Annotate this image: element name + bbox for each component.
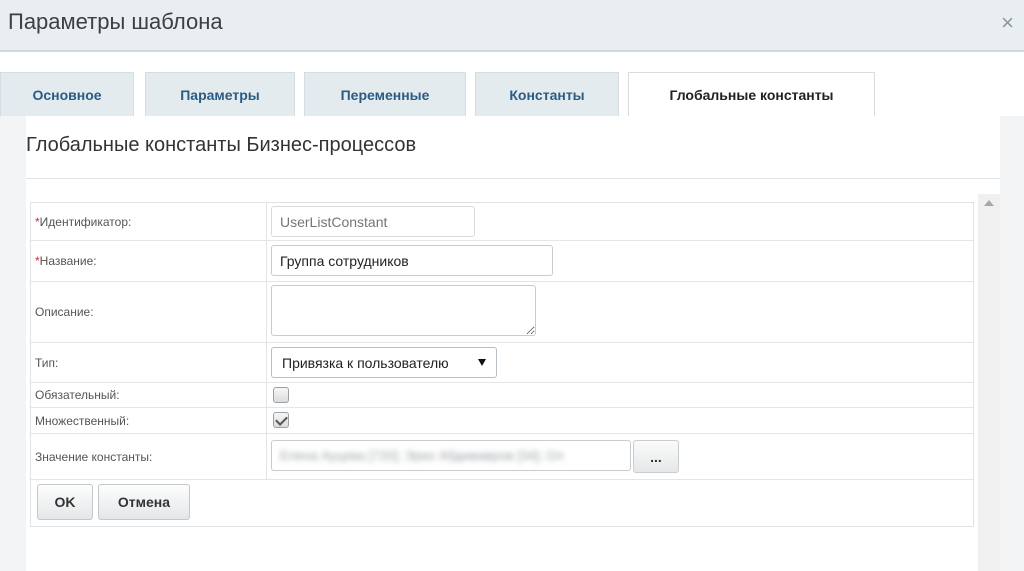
multiple-checkbox[interactable] bbox=[273, 412, 289, 428]
constant-value-label: Значение константы: bbox=[35, 449, 153, 464]
dialog-titlebar: Параметры шаблона × bbox=[0, 0, 1024, 52]
row-multiple: Множественный: bbox=[31, 408, 973, 434]
row-actions: OK Отмена bbox=[31, 480, 973, 526]
row-type: Тип: Привязка к пользователю bbox=[31, 343, 973, 383]
close-icon[interactable]: × bbox=[1001, 12, 1014, 34]
multiple-label: Множественный: bbox=[35, 413, 130, 428]
tab-variables[interactable]: Переменные bbox=[304, 72, 466, 116]
tab-parameters[interactable]: Параметры bbox=[145, 72, 295, 116]
tab-global-constants[interactable]: Глобальные константы bbox=[628, 72, 875, 117]
description-label: Описание: bbox=[35, 305, 94, 319]
row-identifier: * Идентификатор: bbox=[31, 203, 973, 241]
name-label: Название: bbox=[39, 254, 97, 268]
constant-form: *Идентификатор: *Название: Описание: Тип… bbox=[30, 202, 974, 527]
type-select[interactable]: Привязка к пользователю bbox=[271, 347, 497, 378]
constant-value-field[interactable]: Елена Ауцева [720]; Эрих Абдимавров [34]… bbox=[271, 440, 631, 471]
cancel-button[interactable]: Отмена bbox=[98, 484, 190, 520]
type-label: Тип: bbox=[35, 355, 59, 370]
identifier-label: Идентификатор: bbox=[39, 214, 132, 229]
type-select-value: Привязка к пользователю bbox=[282, 354, 449, 371]
section-divider bbox=[26, 178, 1000, 179]
constant-value-text: Елена Ауцева [720]; Эрих Абдимавров [34]… bbox=[280, 448, 564, 463]
dialog-title: Параметры шаблона bbox=[8, 9, 223, 34]
row-description: Описание: bbox=[31, 282, 973, 343]
caret-down-icon bbox=[478, 359, 486, 366]
row-name: * Название: bbox=[31, 241, 973, 282]
description-textarea[interactable] bbox=[271, 285, 536, 336]
ok-button[interactable]: OK bbox=[37, 484, 93, 520]
required-label: Обязательный: bbox=[35, 388, 120, 402]
row-constant-value: Значение константы: Елена Ауцева [720]; … bbox=[31, 434, 973, 480]
scrollbar[interactable] bbox=[978, 194, 1000, 571]
browse-users-button[interactable]: ... bbox=[633, 440, 679, 473]
tab-constants[interactable]: Константы bbox=[475, 72, 619, 116]
required-checkbox[interactable] bbox=[273, 387, 289, 403]
row-required: Обязательный: bbox=[31, 383, 973, 408]
name-input[interactable] bbox=[271, 245, 553, 276]
scroll-up-icon[interactable] bbox=[984, 200, 994, 206]
tab-main[interactable]: Основное bbox=[0, 72, 134, 116]
section-title: Глобальные константы Бизнес-процессов bbox=[26, 134, 417, 156]
identifier-input[interactable] bbox=[271, 206, 475, 237]
